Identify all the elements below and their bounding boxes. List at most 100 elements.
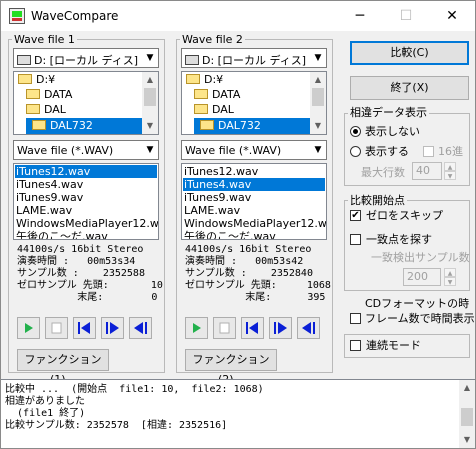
- file-type-select-1-value: Wave file (*.WAV): [17, 144, 114, 157]
- max-lines-input[interactable]: 40: [412, 162, 442, 180]
- file-item[interactable]: iTunes4.wav: [183, 178, 325, 191]
- scroll-up-icon[interactable]: ▲: [310, 72, 326, 88]
- max-lines-label: 最大行数: [361, 166, 405, 179]
- compare-button[interactable]: 比較(C): [350, 41, 469, 65]
- folder-open-icon: [18, 74, 32, 84]
- scroll-down-icon[interactable]: ▼: [310, 118, 326, 134]
- max-lines-spinner[interactable]: ▲ ▼: [444, 162, 456, 180]
- scroll-up-icon[interactable]: ▲: [142, 72, 158, 88]
- file-type-select-2[interactable]: Wave file (*.WAV) ▼: [181, 140, 327, 160]
- chevron-down-icon[interactable]: ▼: [310, 49, 326, 67]
- hide-diff-label[interactable]: 表示しない: [365, 125, 420, 138]
- skip-start-icon: [78, 322, 90, 334]
- drive-select-2[interactable]: D: [ローカル ディス] ▼: [181, 48, 327, 68]
- dir-item-dal[interactable]: DAL: [26, 102, 66, 118]
- next-button-2[interactable]: [269, 317, 292, 339]
- dir-item-dal732[interactable]: DAL732: [194, 118, 316, 134]
- output-line: 比較サンプル数: 2352578 [相違: 2352516]: [5, 420, 228, 431]
- output-scrollbar[interactable]: ▲ ▼: [459, 380, 475, 448]
- file-item[interactable]: 午後のこ～だ.wav: [183, 230, 276, 239]
- find-match-label[interactable]: 一致点を探す: [366, 233, 432, 246]
- output-log[interactable]: 比較中 ... (開始点 file1: 10, file2: 1068) 相違が…: [1, 379, 475, 448]
- stop-icon: [51, 322, 62, 334]
- frame-time-label[interactable]: フレーム数で時間表示: [365, 312, 475, 325]
- spin-up-icon[interactable]: ▲: [444, 162, 456, 171]
- folder-open-icon: [32, 120, 46, 130]
- drive-icon: [185, 55, 199, 65]
- file-item[interactable]: WindowsMediaPlayer12.wav: [15, 217, 158, 230]
- hide-diff-radio[interactable]: [350, 126, 361, 137]
- directory-list-1[interactable]: D:¥ DATA DAL DAL732 ▲ ▼: [13, 71, 159, 135]
- dir-item-dal[interactable]: DAL: [194, 102, 234, 118]
- file-list-2[interactable]: iTunes12.wav iTunes4.wav iTunes9.wav LAM…: [181, 163, 327, 240]
- directory-scrollbar-2[interactable]: ▲ ▼: [310, 72, 326, 134]
- scroll-thumb[interactable]: [461, 408, 473, 426]
- play-button-1[interactable]: [17, 317, 40, 339]
- wave-file-1-label: Wave file 1: [12, 33, 77, 46]
- wave-info-2: 44100s/s 16bit Stereo 演奏時間 : 00m53s42 サン…: [185, 244, 331, 303]
- dir-item-dal732[interactable]: DAL732: [26, 118, 148, 134]
- minimize-button[interactable]: ─: [337, 1, 383, 31]
- stop-button-2[interactable]: [213, 317, 236, 339]
- spin-down-icon[interactable]: ▼: [444, 171, 456, 180]
- function-2-button[interactable]: ファンクション(2)...: [185, 349, 277, 386]
- scroll-up-icon[interactable]: ▲: [459, 380, 475, 396]
- file-item[interactable]: iTunes4.wav: [15, 178, 83, 191]
- stop-button-1[interactable]: [45, 317, 68, 339]
- file-list-1[interactable]: iTunes12.wav iTunes4.wav iTunes9.wav LAM…: [13, 163, 159, 240]
- scroll-thumb[interactable]: [144, 88, 156, 106]
- function-1-button[interactable]: ファンクション(1)...: [17, 349, 109, 386]
- file-item[interactable]: iTunes9.wav: [15, 191, 83, 204]
- scroll-thumb[interactable]: [312, 88, 324, 106]
- to-start-button-2[interactable]: [241, 317, 264, 339]
- prev-button-2[interactable]: [297, 317, 320, 339]
- file-item[interactable]: 午後のこ～だ.wav: [15, 230, 108, 239]
- frame-time-checkbox[interactable]: [350, 313, 361, 324]
- spin-down-icon[interactable]: ▼: [444, 277, 456, 286]
- next-button-1[interactable]: [101, 317, 124, 339]
- play-button-2[interactable]: [185, 317, 208, 339]
- continuous-mode-checkbox[interactable]: [350, 340, 361, 351]
- show-diff-label[interactable]: 表示する: [365, 145, 409, 158]
- file-item[interactable]: WindowsMediaPlayer12.wav: [183, 217, 326, 230]
- chevron-down-icon[interactable]: ▼: [142, 141, 158, 159]
- step-forward-icon: [274, 322, 287, 334]
- scroll-down-icon[interactable]: ▼: [142, 118, 158, 134]
- step-forward-icon: [106, 322, 119, 334]
- file-item[interactable]: LAME.wav: [15, 204, 72, 217]
- find-match-checkbox[interactable]: [350, 234, 361, 245]
- scroll-down-icon[interactable]: ▼: [459, 432, 475, 448]
- match-samples-input[interactable]: 200: [403, 268, 441, 286]
- step-back-icon: [134, 322, 147, 334]
- dir-item-root[interactable]: D:¥: [186, 72, 223, 88]
- play-icon: [25, 323, 33, 333]
- continuous-mode-label[interactable]: 連続モード: [366, 339, 421, 352]
- spin-up-icon[interactable]: ▲: [444, 268, 456, 277]
- file-item[interactable]: LAME.wav: [183, 204, 240, 217]
- drive-select-1[interactable]: D: [ローカル ディス] ▼: [13, 48, 159, 68]
- hex-checkbox[interactable]: [423, 146, 434, 157]
- dir-item-data[interactable]: DATA: [194, 87, 240, 103]
- close-button[interactable]: ✕: [429, 1, 475, 31]
- file-type-select-1[interactable]: Wave file (*.WAV) ▼: [13, 140, 159, 160]
- chevron-down-icon[interactable]: ▼: [310, 141, 326, 159]
- start-point-label: 比較開始点: [348, 194, 407, 207]
- exit-button[interactable]: 終了(X): [350, 76, 469, 100]
- match-samples-spinner[interactable]: ▲ ▼: [444, 268, 456, 286]
- file-item[interactable]: iTunes12.wav: [15, 165, 157, 178]
- maximize-button[interactable]: ☐: [383, 1, 429, 31]
- match-samples-label: 一致検出サンプル数: [371, 251, 470, 264]
- directory-scrollbar-1[interactable]: ▲ ▼: [142, 72, 158, 134]
- directory-list-2[interactable]: D:¥ DATA DAL DAL732 ▲ ▼: [181, 71, 327, 135]
- show-diff-radio[interactable]: [350, 146, 361, 157]
- dir-item-data[interactable]: DATA: [26, 87, 72, 103]
- title-bar[interactable]: WaveCompare ─ ☐ ✕: [1, 1, 475, 31]
- prev-button-1[interactable]: [129, 317, 152, 339]
- file-item[interactable]: iTunes12.wav: [183, 165, 258, 178]
- dir-item-root[interactable]: D:¥: [18, 72, 55, 88]
- skip-zero-label[interactable]: ゼロをスキップ: [366, 209, 443, 222]
- file-item[interactable]: iTunes9.wav: [183, 191, 251, 204]
- to-start-button-1[interactable]: [73, 317, 96, 339]
- skip-zero-checkbox[interactable]: ✔: [350, 210, 361, 221]
- chevron-down-icon[interactable]: ▼: [142, 49, 158, 67]
